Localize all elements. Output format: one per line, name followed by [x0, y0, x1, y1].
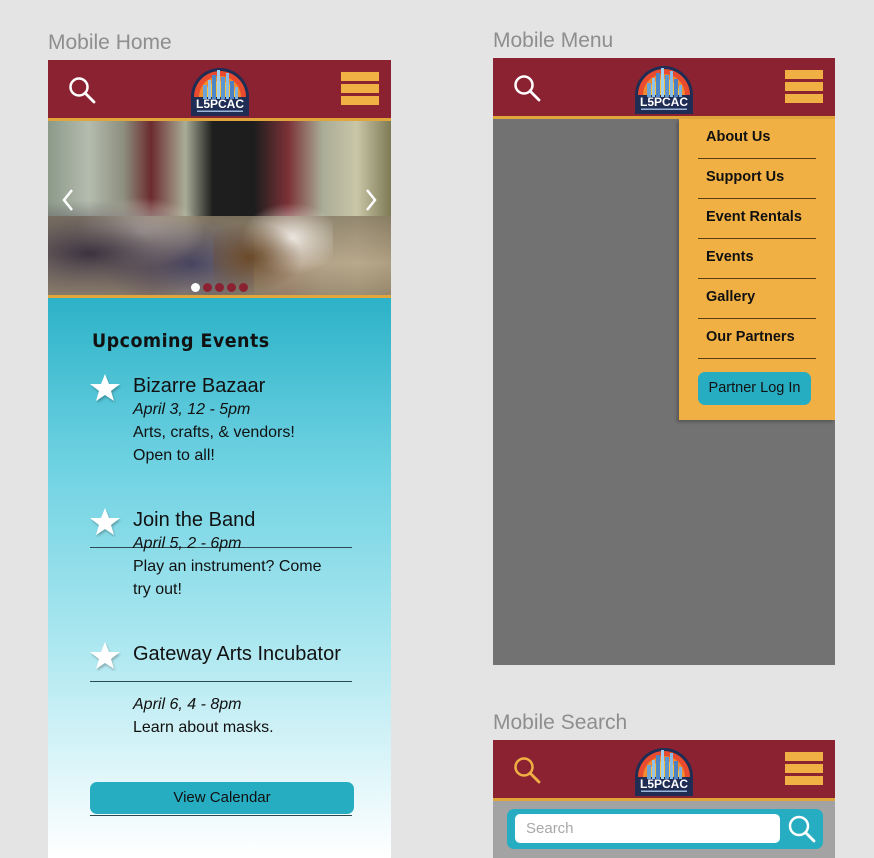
logo[interactable]: L5PCAC	[633, 743, 695, 796]
mobile-search-frame: L5PCAC	[493, 740, 835, 858]
menu-item-about-us[interactable]: About Us	[698, 119, 816, 159]
search-input[interactable]	[515, 814, 780, 843]
event-description: Open to all!	[133, 447, 215, 464]
event-date: April 5, 2 - 6pm	[133, 535, 242, 552]
search-bar	[507, 809, 823, 849]
events-heading: Upcoming Events	[92, 330, 270, 352]
site-header: L5PCAC	[493, 740, 835, 801]
mobile-home-frame: L5PCAC Upcoming Events Bizarre Bazaar Ap…	[48, 60, 391, 858]
star-icon	[88, 373, 122, 403]
logo[interactable]: L5PCAC	[633, 61, 695, 114]
hamburger-icon[interactable]	[785, 70, 823, 104]
menu-item-label: About Us	[706, 129, 771, 145]
partner-login-button[interactable]: Partner Log In	[698, 372, 811, 405]
view-calendar-button[interactable]: View Calendar	[90, 782, 354, 814]
menu-item-label: Events	[706, 249, 754, 265]
menu-item-our-partners[interactable]: Our Partners	[698, 319, 816, 359]
event-description: try out!	[133, 581, 182, 598]
event-name: Join the Band	[133, 509, 256, 531]
carousel-dot-3[interactable]	[215, 283, 224, 292]
event-date: April 6, 4 - 8pm	[133, 696, 242, 713]
menu-item-gallery[interactable]: Gallery	[698, 279, 816, 319]
mobile-menu-frame: L5PCAC About Us Support Us Event Rentals…	[493, 58, 835, 665]
logo-text: L5PCAC	[640, 95, 688, 109]
chevron-left-icon[interactable]	[60, 187, 76, 213]
hamburger-icon[interactable]	[341, 72, 379, 106]
menu-item-support-us[interactable]: Support Us	[698, 159, 816, 199]
menu-item-events[interactable]: Events	[698, 239, 816, 279]
nav-dropdown: About Us Support Us Event Rentals Events…	[679, 119, 835, 420]
frame-label-menu: Mobile Menu	[493, 29, 614, 52]
menu-item-label: Gallery	[706, 289, 756, 305]
carousel-dot-4[interactable]	[227, 283, 236, 292]
chevron-right-icon[interactable]	[363, 187, 379, 213]
search-icon[interactable]	[67, 75, 97, 105]
carousel-dots	[191, 283, 248, 292]
menu-item-event-rentals[interactable]: Event Rentals	[698, 199, 816, 239]
divider	[90, 815, 352, 816]
frame-label-search: Mobile Search	[493, 711, 628, 734]
event-date: April 3, 12 - 5pm	[133, 401, 251, 418]
menu-item-label: Event Rentals	[706, 209, 802, 225]
menu-item-label: Our Partners	[706, 329, 795, 345]
hamburger-icon[interactable]	[785, 752, 823, 786]
menu-item-label: Support Us	[706, 169, 785, 185]
star-icon	[88, 507, 122, 537]
logo-text: L5PCAC	[195, 97, 243, 111]
event-name: Bizarre Bazaar	[133, 375, 266, 397]
site-header: L5PCAC	[48, 60, 391, 121]
event-description: Arts, crafts, & vendors!	[133, 424, 295, 441]
frame-label-home: Mobile Home	[48, 31, 172, 54]
search-submit-icon[interactable]	[787, 814, 817, 844]
search-icon[interactable]	[512, 755, 542, 785]
divider	[90, 681, 352, 682]
event-name: Gateway Arts Incubator	[133, 643, 341, 665]
carousel-dot-5[interactable]	[239, 283, 248, 292]
logo-text: L5PCAC	[640, 777, 688, 791]
event-description: Learn about masks.	[133, 719, 274, 736]
site-header: L5PCAC	[493, 58, 835, 119]
carousel-dot-2[interactable]	[203, 283, 212, 292]
image-carousel[interactable]	[48, 121, 391, 295]
event-description: Play an instrument? Come	[133, 558, 322, 575]
star-icon	[88, 641, 122, 671]
upcoming-events-section: Upcoming Events Bizarre Bazaar April 3, …	[48, 298, 391, 858]
carousel-dot-1[interactable]	[191, 283, 200, 292]
search-icon[interactable]	[512, 73, 542, 103]
logo[interactable]: L5PCAC	[189, 63, 251, 116]
